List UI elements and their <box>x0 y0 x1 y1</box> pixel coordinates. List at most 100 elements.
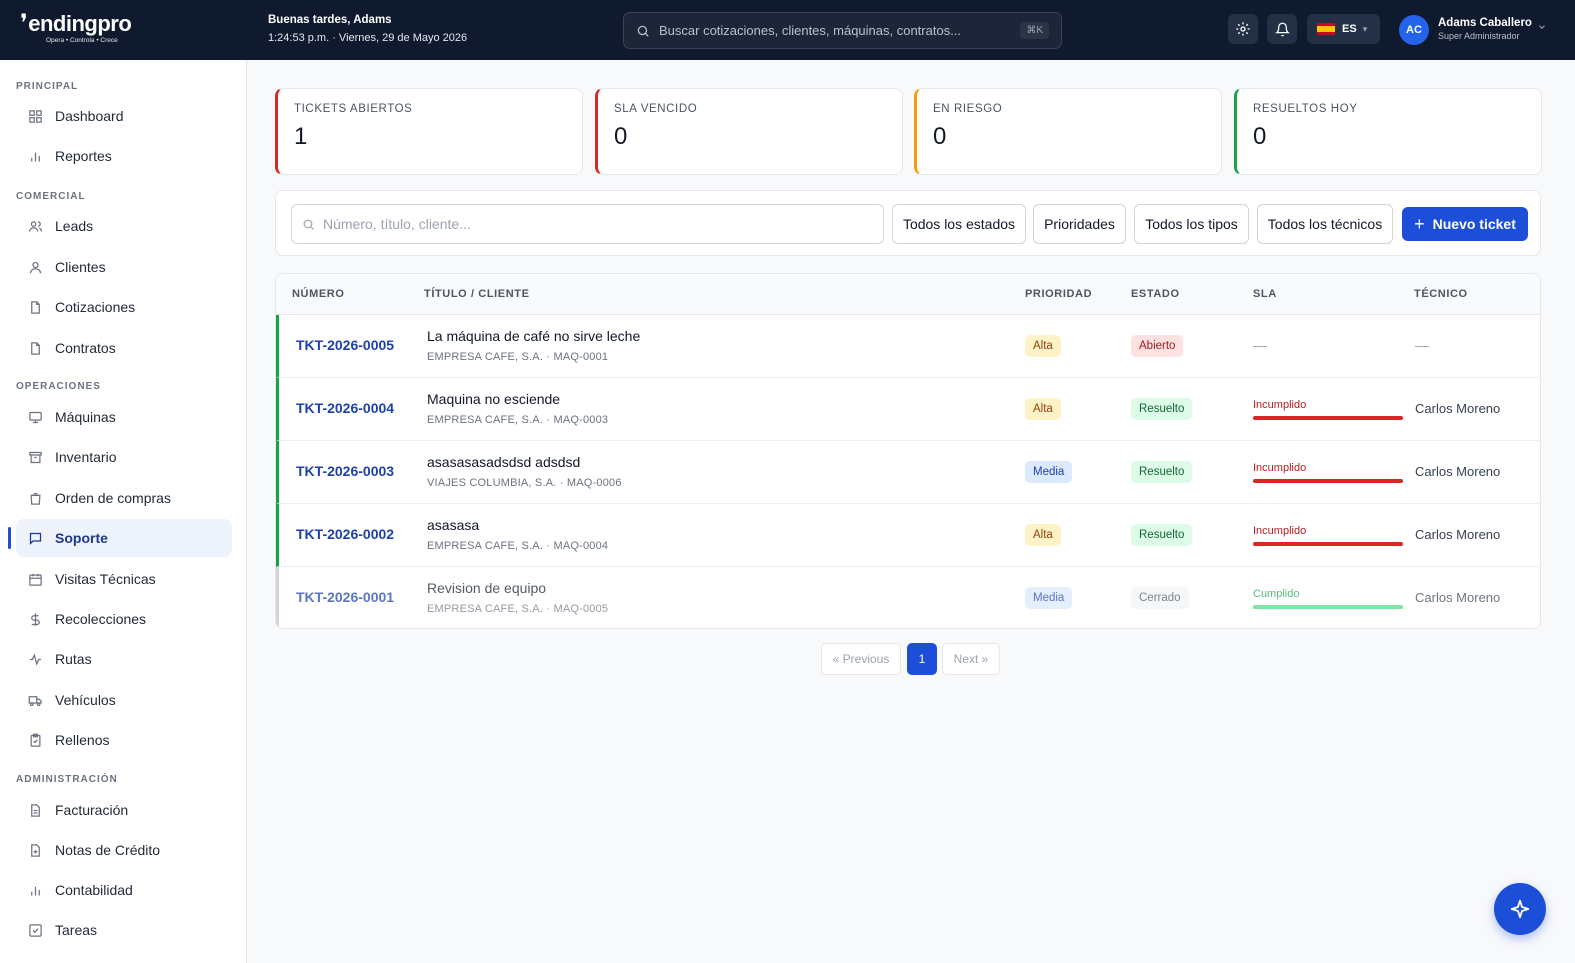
stat-label: EN RIESGO <box>933 103 1003 115</box>
column-header-sla[interactable]: SLA <box>1253 288 1277 300</box>
section-comercial: COMERCIAL <box>16 191 86 202</box>
sidebar-item-rutas[interactable]: Rutas <box>16 640 232 678</box>
column-header-numero[interactable]: NÚMERO <box>292 288 345 300</box>
stat-card-at-risk: EN RIESGO 0 <box>914 88 1222 175</box>
user-role: Super Administrador <box>1438 31 1520 41</box>
technician-name: Carlos Moreno <box>1415 590 1501 605</box>
sidebar-item-clientes[interactable]: Clientes <box>16 248 232 286</box>
column-header-tecnico[interactable]: TÉCNICO <box>1414 288 1468 300</box>
type-filter[interactable]: Todos los tipos <box>1134 204 1249 244</box>
sidebar-item-contabilidad[interactable]: Contabilidad <box>16 871 232 909</box>
user-avatar[interactable]: AC <box>1399 15 1429 45</box>
user-menu[interactable]: Adams Caballero Super Administrador <box>1438 17 1532 41</box>
priority-filter[interactable]: Prioridades <box>1033 204 1126 244</box>
clipboard-check-icon <box>30 733 41 747</box>
pagination-page-1[interactable]: 1 <box>907 643 937 675</box>
sidebar-item-soporte[interactable]: Soporte <box>8 519 232 557</box>
settings-button[interactable] <box>1228 14 1258 44</box>
top-bar: ❜ endingpro Opera • Controla • Crece Buen… <box>0 0 1575 60</box>
table-row[interactable]: TKT-2026-0004 Maquina no esciende EMPRES… <box>276 378 1540 441</box>
sidebar-item-label: Leads <box>55 218 94 234</box>
sidebar-item-label: Inventario <box>55 449 117 465</box>
sidebar-item-label: Rutas <box>55 651 92 667</box>
monitor-icon <box>29 411 42 423</box>
sidebar-item-reportes[interactable]: Reportes <box>16 137 232 175</box>
table-row[interactable]: TKT-2026-0003 asasasasadsdsd adsdsd VIAJ… <box>276 441 1540 504</box>
status-filter[interactable]: Todos los estados <box>892 204 1026 244</box>
sidebar-item-dashboard[interactable]: Dashboard <box>16 97 232 135</box>
calendar-icon <box>29 573 42 586</box>
brand-tagline: Opera • Controla • Crece <box>46 37 118 44</box>
table-header: NÚMERO TÍTULO / CLIENTE PRIORIDAD ESTADO… <box>276 274 1540 315</box>
shopping-bag-icon <box>30 492 41 505</box>
status-badge: Abierto <box>1131 335 1184 357</box>
ticket-title: asasasa <box>427 517 480 533</box>
sidebar-item-label: Cotizaciones <box>55 299 136 315</box>
sidebar-item-vehiculos[interactable]: Vehículos <box>16 681 232 719</box>
sidebar-item-rellenos[interactable]: Rellenos <box>16 721 232 759</box>
ticket-client: VIAJES COLUMBIA, S.A. · MAQ-0006 <box>427 477 622 489</box>
chevron-down-icon[interactable] <box>1537 22 1547 32</box>
technician-filter[interactable]: Todos los técnicos <box>1257 204 1393 244</box>
sla-status: Incumplido <box>1253 462 1307 474</box>
sidebar-item-label: Facturación <box>55 802 129 818</box>
sidebar-item-maquinas[interactable]: Máquinas <box>16 398 232 436</box>
pagination-previous[interactable]: « Previous <box>821 643 901 675</box>
sidebar-item-leads[interactable]: Leads <box>16 207 232 245</box>
column-header-prioridad[interactable]: PRIORIDAD <box>1025 288 1092 300</box>
sidebar-item-orden-compras[interactable]: Orden de compras <box>16 479 232 517</box>
ticket-title: La máquina de café no sirve leche <box>427 328 641 344</box>
sidebar-item-cotizaciones[interactable]: Cotizaciones <box>16 288 232 326</box>
sidebar: PRINCIPAL Dashboard Reportes COMERCIAL L… <box>0 60 247 963</box>
sla-empty: — <box>1253 337 1267 353</box>
sidebar-item-visitas[interactable]: Visitas Técnicas <box>16 560 232 598</box>
sidebar-item-tareas[interactable]: Tareas <box>16 911 232 949</box>
section-principal: PRINCIPAL <box>16 81 79 92</box>
brand-logo[interactable]: ❜ endingpro Opera • Controla • Crece <box>20 12 160 48</box>
sidebar-item-notas-credito[interactable]: Notas de Crédito <box>16 831 232 869</box>
bar-chart-icon <box>31 152 40 161</box>
bar-chart-icon <box>31 886 40 895</box>
ticket-client: EMPRESA CAFE, S.A. · MAQ-0001 <box>427 351 609 363</box>
notifications-button[interactable] <box>1267 14 1297 44</box>
sidebar-item-contratos[interactable]: Contratos <box>16 329 232 367</box>
search-icon <box>303 219 314 230</box>
checkbox-icon <box>29 923 42 937</box>
priority-badge: Alta <box>1025 398 1061 420</box>
filter-bar: Número, título, cliente... Todos los est… <box>275 190 1541 256</box>
dashboard-grid-icon <box>29 109 42 123</box>
sidebar-item-label: Máquinas <box>55 409 116 425</box>
table-row[interactable]: TKT-2026-0001 Revision de equipo EMPRESA… <box>276 567 1540 628</box>
priority-badge: Alta <box>1025 335 1061 357</box>
language-selector[interactable]: ES ▾ <box>1307 14 1380 44</box>
new-ticket-button[interactable]: + Nuevo ticket <box>1402 207 1528 241</box>
ai-assistant-button[interactable] <box>1494 883 1546 935</box>
invoice-icon <box>31 803 40 817</box>
ticket-number-link[interactable]: TKT-2026-0002 <box>296 526 394 542</box>
table-row[interactable]: TKT-2026-0002 asasasa EMPRESA CAFE, S.A.… <box>276 504 1540 567</box>
search-shortcut-badge: ⌘K <box>1020 22 1049 39</box>
sidebar-item-facturacion[interactable]: Facturación <box>16 791 232 829</box>
column-header-estado[interactable]: ESTADO <box>1131 288 1180 300</box>
sidebar-item-label: Reportes <box>55 148 112 164</box>
sidebar-item-label: Visitas Técnicas <box>55 571 156 587</box>
ticket-number-link[interactable]: TKT-2026-0005 <box>296 337 394 353</box>
pagination-next[interactable]: Next » <box>942 643 1000 675</box>
sla-progress-bar <box>1253 416 1403 420</box>
ticket-search-input[interactable]: Número, título, cliente... <box>291 204 884 244</box>
column-header-titulo[interactable]: TÍTULO / CLIENTE <box>424 288 530 300</box>
sidebar-item-label: Contabilidad <box>55 882 133 898</box>
sidebar-item-recolecciones[interactable]: Recolecciones <box>16 600 232 638</box>
greeting-block: Buenas tardes, Adams 1:24:53 p.m. · Vier… <box>268 14 467 44</box>
status-badge: Resuelto <box>1131 398 1193 420</box>
sidebar-item-inventario[interactable]: Inventario <box>16 438 232 476</box>
sidebar-item-label: Vehículos <box>55 692 116 708</box>
ticket-number-link[interactable]: TKT-2026-0003 <box>296 463 394 479</box>
global-search-input[interactable]: Buscar cotizaciones, clientes, máquinas,… <box>623 12 1062 49</box>
sla-progress-bar <box>1253 542 1403 546</box>
table-row[interactable]: TKT-2026-0005 La máquina de café no sirv… <box>276 315 1540 378</box>
new-ticket-label: Nuevo ticket <box>1432 216 1516 232</box>
sla-progress-bar <box>1253 605 1403 609</box>
ticket-number-link[interactable]: TKT-2026-0004 <box>296 400 394 416</box>
ticket-number-link[interactable]: TKT-2026-0001 <box>296 589 394 605</box>
